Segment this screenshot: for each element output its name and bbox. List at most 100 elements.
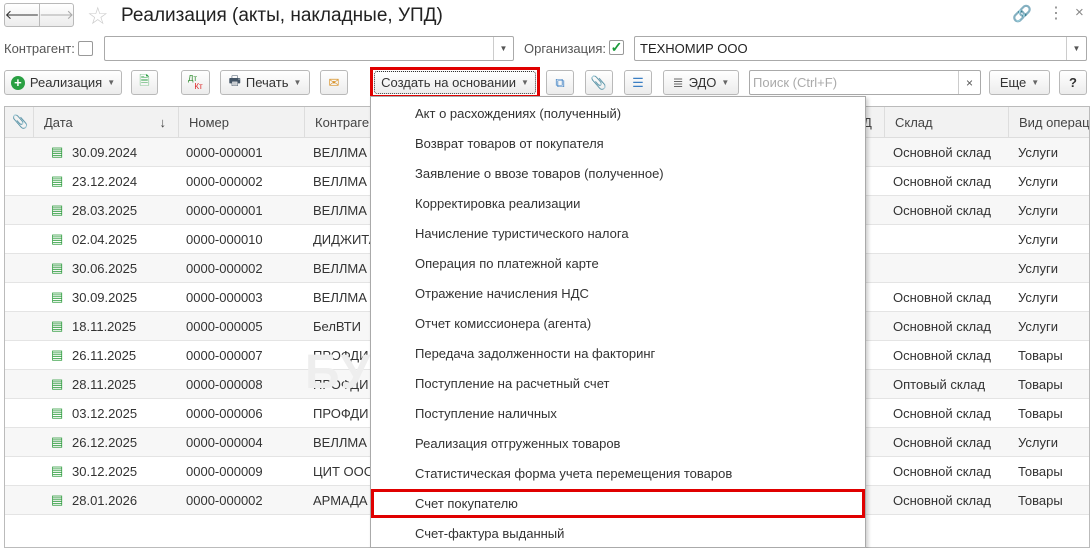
cell-warehouse: Основной склад	[893, 348, 991, 363]
document-posted-icon: ▤	[51, 318, 64, 333]
cell-date: 28.11.2025	[72, 377, 137, 392]
cell-date: 26.11.2025	[72, 348, 137, 363]
document-posted-icon: ▤	[51, 173, 64, 188]
paperclip-icon: 📎	[590, 74, 608, 90]
menu-item[interactable]: Акт о расхождениях (полученный)	[371, 99, 865, 128]
cell-date: 18.11.2025	[72, 319, 137, 334]
cell-date: 28.01.2026	[72, 493, 138, 508]
list-icon: ☰	[632, 74, 644, 90]
edo-button[interactable]: ≣ ЭДО ▼	[663, 70, 739, 95]
cell-date: 30.09.2024	[72, 145, 138, 160]
cell-operation: Товары	[1018, 377, 1063, 392]
favorite-star-icon[interactable]: ☆	[87, 2, 109, 31]
attachment-column-header[interactable]: 📎	[5, 107, 34, 138]
cell-warehouse: Основной склад	[893, 203, 991, 218]
create-based-on-menu: Акт о расхождениях (полученный) Возврат т…	[370, 96, 866, 548]
cell-number: 0000-000005	[186, 319, 263, 334]
create-based-on-button[interactable]: Создать на основании ▼	[374, 71, 536, 94]
column-header-number[interactable]: Номер	[179, 107, 305, 138]
menu-item[interactable]: Поступление на расчетный счет	[371, 369, 865, 398]
cell-number: 0000-000002	[186, 493, 263, 508]
add-icon: +	[10, 75, 25, 90]
cell-operation: Услуги	[1018, 435, 1058, 450]
menu-item[interactable]: Отчет комиссионера (агента)	[371, 309, 865, 338]
organization-field[interactable]: ТЕХНОМИР ООО ▼	[634, 36, 1087, 61]
cell-warehouse: Основной склад	[893, 174, 991, 189]
cell-counterparty: ДИДЖИТА	[313, 232, 373, 247]
cell-number: 0000-000009	[186, 464, 263, 479]
cell-counterparty: ВЕЛЛМА	[313, 435, 367, 450]
search-input[interactable]: Поиск (Ctrl+F) ×	[749, 70, 981, 95]
help-button[interactable]: ?	[1059, 70, 1087, 95]
document-posted-icon: ▤	[51, 289, 64, 304]
cell-number: 0000-000007	[186, 348, 263, 363]
menu-item[interactable]: Корректировка реализации	[371, 189, 865, 218]
cell-warehouse: Основной склад	[893, 319, 991, 334]
document-posted-icon: ▤	[51, 260, 64, 275]
email-button[interactable]: ✉	[320, 70, 348, 95]
cell-counterparty: ВЕЛЛМА	[313, 174, 367, 189]
column-header-operation[interactable]: Вид операц	[1009, 107, 1089, 138]
envelope-icon: ✉	[328, 74, 340, 90]
cell-counterparty: ВЕЛЛМА	[313, 203, 367, 218]
structure-button[interactable]: ⧉	[546, 70, 574, 95]
forward-button[interactable]: 🡒	[39, 3, 74, 27]
menu-item[interactable]: Счет-фактура выданный	[371, 519, 865, 548]
document-posted-icon: ▤	[51, 376, 64, 391]
dropdown-icon[interactable]: ▼	[1066, 37, 1086, 60]
menu-item[interactable]: Возврат товаров от покупателя	[371, 129, 865, 158]
cell-number: 0000-000002	[186, 261, 263, 276]
dropdown-icon[interactable]: ▼	[493, 37, 513, 60]
back-button[interactable]: 🡐	[4, 3, 40, 27]
cell-operation: Услуги	[1018, 290, 1058, 305]
cell-date: 28.03.2025	[72, 203, 138, 218]
cell-date: 26.12.2025	[72, 435, 138, 450]
cell-number: 0000-000010	[186, 232, 263, 247]
document-posted-icon: ▤	[51, 434, 64, 449]
cell-number: 0000-000003	[186, 290, 263, 305]
cell-warehouse: Основной склад	[893, 464, 991, 479]
cell-operation: Услуги	[1018, 174, 1058, 189]
cell-warehouse: Оптовый склад	[893, 377, 986, 392]
more-button[interactable]: Еще ▼	[989, 70, 1050, 95]
menu-item[interactable]: Поступление наличных	[371, 399, 865, 428]
menu-item[interactable]: Статистическая форма учета перемещения т…	[371, 459, 865, 488]
more-vertical-icon[interactable]: ⋮	[1048, 3, 1064, 23]
edo-icon: ≣	[672, 74, 684, 90]
document-posted-icon: ▤	[51, 347, 64, 362]
document-posted-icon: ▤	[51, 231, 64, 246]
print-button[interactable]: 🖶 Печать ▼	[220, 70, 310, 95]
link-icon[interactable]: 🔗	[1012, 4, 1032, 24]
cell-date: 30.06.2025	[72, 261, 138, 276]
clear-search-button[interactable]: ×	[958, 71, 980, 94]
counterparty-label: Контрагент:	[4, 41, 75, 56]
menu-item[interactable]: Операция по платежной карте	[371, 249, 865, 278]
cell-operation: Услуги	[1018, 203, 1058, 218]
copy-document-button[interactable]: 🗎	[131, 70, 158, 95]
document-posted-icon: ▤	[51, 492, 64, 507]
create-realization-button[interactable]: + Реализация ▼	[4, 70, 122, 95]
dt-kt-button[interactable]: Дт Кт	[181, 70, 210, 95]
counterparty-field[interactable]: ▼	[104, 36, 514, 61]
cell-operation: Товары	[1018, 348, 1063, 363]
menu-item-invoice-highlighted[interactable]: Счет покупателю	[371, 489, 865, 518]
menu-item[interactable]: Реализация отгруженных товаров	[371, 429, 865, 458]
close-icon[interactable]: ×	[1075, 4, 1084, 21]
sort-arrow-icon: ↓	[159, 114, 167, 130]
counterparty-checkbox[interactable]	[78, 41, 93, 56]
document-add-icon: 🗎	[139, 72, 150, 88]
menu-item[interactable]: Начисление туристического налога	[371, 219, 865, 248]
attachments-button[interactable]: 📎	[585, 70, 613, 95]
menu-item[interactable]: Отражение начисления НДС	[371, 279, 865, 308]
menu-item[interactable]: Передача задолженности на факторинг	[371, 339, 865, 368]
cell-operation: Товары	[1018, 406, 1063, 421]
column-header-warehouse[interactable]: Склад	[885, 107, 1009, 138]
organization-checkbox[interactable]: ✓	[609, 40, 624, 55]
cell-date: 30.09.2025	[72, 290, 138, 305]
column-header-date[interactable]: Дата ↓	[34, 107, 179, 138]
cell-operation: Товары	[1018, 493, 1063, 508]
menu-item[interactable]: Заявление о ввозе товаров (полученное)	[371, 159, 865, 188]
page-title: Реализация (акты, накладные, УПД)	[121, 5, 443, 26]
cell-number: 0000-000001	[186, 203, 263, 218]
list-button[interactable]: ☰	[624, 70, 652, 95]
